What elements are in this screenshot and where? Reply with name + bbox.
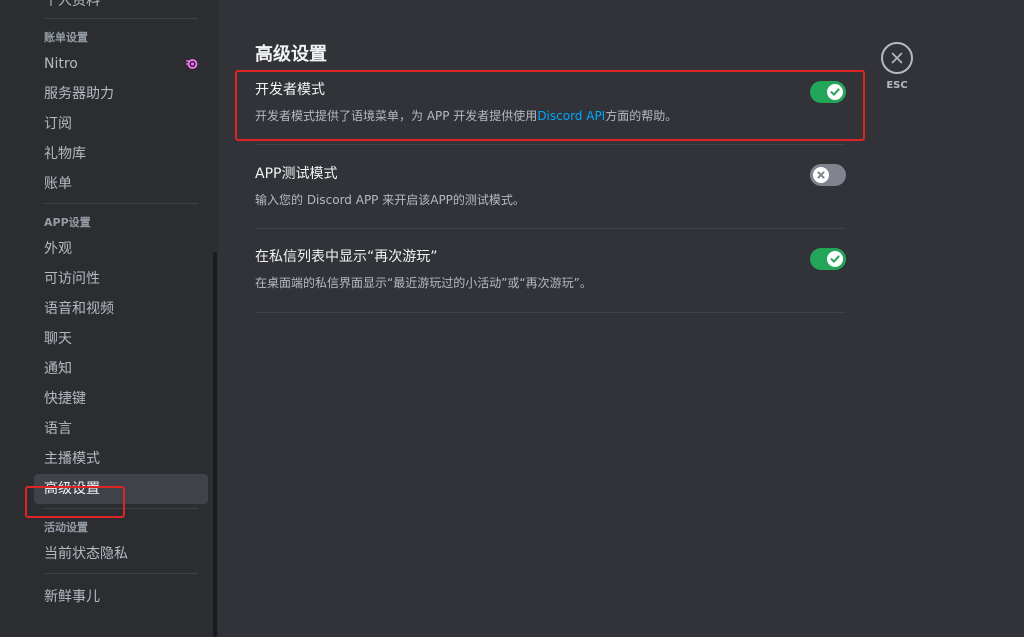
close-icon xyxy=(891,52,903,64)
setting-description: 在桌面端的私信界面显示“最近游玩过的小活动”或“再次游玩”。 xyxy=(255,276,592,290)
developer-mode-toggle[interactable] xyxy=(810,81,846,103)
setting-divider xyxy=(255,312,845,313)
close-control: ESC xyxy=(881,42,913,91)
setting-desc-text: 开发者模式提供了语境菜单，为 APP 开发者提供使用 xyxy=(255,109,538,123)
sidebar-item-accessibility[interactable]: 可访问性 xyxy=(34,264,208,294)
setting-developer-mode: 开发者模式 开发者模式提供了语境菜单，为 APP 开发者提供使用Discord … xyxy=(255,80,845,124)
setting-description: 输入您的 Discord APP 来开启该APP的测试模式。 xyxy=(255,193,525,207)
sidebar-item-cut[interactable]: 个人资料 xyxy=(34,0,208,14)
check-icon xyxy=(830,88,840,96)
sidebar-item-gift-inventory[interactable]: 礼物库 xyxy=(34,139,208,169)
toggle-knob xyxy=(827,84,843,100)
toggle-knob xyxy=(813,167,829,183)
sidebar-item-subscriptions[interactable]: 订阅 xyxy=(34,109,208,139)
sidebar-scrollbar[interactable] xyxy=(213,252,217,637)
sidebar-item-voice-video[interactable]: 语音和视频 xyxy=(34,294,208,324)
setting-divider xyxy=(255,144,845,145)
sidebar-item-activity-privacy[interactable]: 当前状态隐私 xyxy=(34,539,208,569)
page-title: 高级设置 xyxy=(255,44,327,65)
sidebar-item-notifications[interactable]: 通知 xyxy=(34,354,208,384)
setting-desc-text: 方面的帮助。 xyxy=(605,109,678,123)
discord-api-link[interactable]: Discord API xyxy=(537,109,605,123)
sidebar-item-language[interactable]: 语言 xyxy=(34,414,208,444)
nitro-icon xyxy=(186,59,198,69)
sidebar-nav: 个人资料 账单设置 Nitro 服务器助力 订阅 礼物库 账单 APP设置 外观… xyxy=(34,0,208,612)
x-icon xyxy=(817,171,825,179)
setting-title: APP测试模式 xyxy=(255,166,338,182)
play-again-toggle[interactable] xyxy=(810,248,846,270)
setting-title: 在私信列表中显示“再次游玩” xyxy=(255,249,438,265)
sidebar-item-server-boost[interactable]: 服务器助力 xyxy=(34,79,208,109)
close-button[interactable] xyxy=(881,42,913,74)
sidebar-divider xyxy=(44,573,198,574)
sidebar-item-whats-new[interactable]: 新鲜事儿 xyxy=(34,582,208,612)
sidebar-divider xyxy=(44,18,198,19)
sidebar-divider xyxy=(44,508,198,509)
setting-app-test-mode: APP测试模式 输入您的 Discord APP 来开启该APP的测试模式。 xyxy=(255,164,845,208)
sidebar-item-billing[interactable]: 账单 xyxy=(34,169,208,199)
sidebar-item-nitro[interactable]: Nitro xyxy=(34,49,208,79)
sidebar-item-label: Nitro xyxy=(44,56,78,72)
sidebar-divider xyxy=(44,203,198,204)
sidebar-item-keybinds[interactable]: 快捷键 xyxy=(34,384,208,414)
settings-content: 高级设置 开发者模式 开发者模式提供了语境菜单，为 APP 开发者提供使用Dis… xyxy=(218,0,1024,637)
sidebar-header-app: APP设置 xyxy=(44,216,91,229)
setting-description: 开发者模式提供了语境菜单，为 APP 开发者提供使用Discord API方面的… xyxy=(255,108,845,124)
check-icon xyxy=(830,255,840,263)
app-test-mode-toggle[interactable] xyxy=(810,164,846,186)
setting-play-again-dm: 在私信列表中显示“再次游玩” 在桌面端的私信界面显示“最近游玩过的小活动”或“再… xyxy=(255,247,845,291)
setting-divider xyxy=(255,228,845,229)
sidebar-item-streamer-mode[interactable]: 主播模式 xyxy=(34,444,208,474)
sidebar-header-billing: 账单设置 xyxy=(44,31,88,44)
sidebar-item-advanced[interactable]: 高级设置 xyxy=(34,474,208,504)
setting-title: 开发者模式 xyxy=(255,82,325,98)
sidebar-item-chat[interactable]: 聊天 xyxy=(34,324,208,354)
esc-label: ESC xyxy=(886,80,908,91)
settings-sidebar: 个人资料 账单设置 Nitro 服务器助力 订阅 礼物库 账单 APP设置 外观… xyxy=(0,0,218,637)
toggle-knob xyxy=(827,251,843,267)
settings-window: 个人资料 账单设置 Nitro 服务器助力 订阅 礼物库 账单 APP设置 外观… xyxy=(0,0,1024,637)
sidebar-header-activity: 活动设置 xyxy=(44,521,88,534)
sidebar-item-appearance[interactable]: 外观 xyxy=(34,234,208,264)
